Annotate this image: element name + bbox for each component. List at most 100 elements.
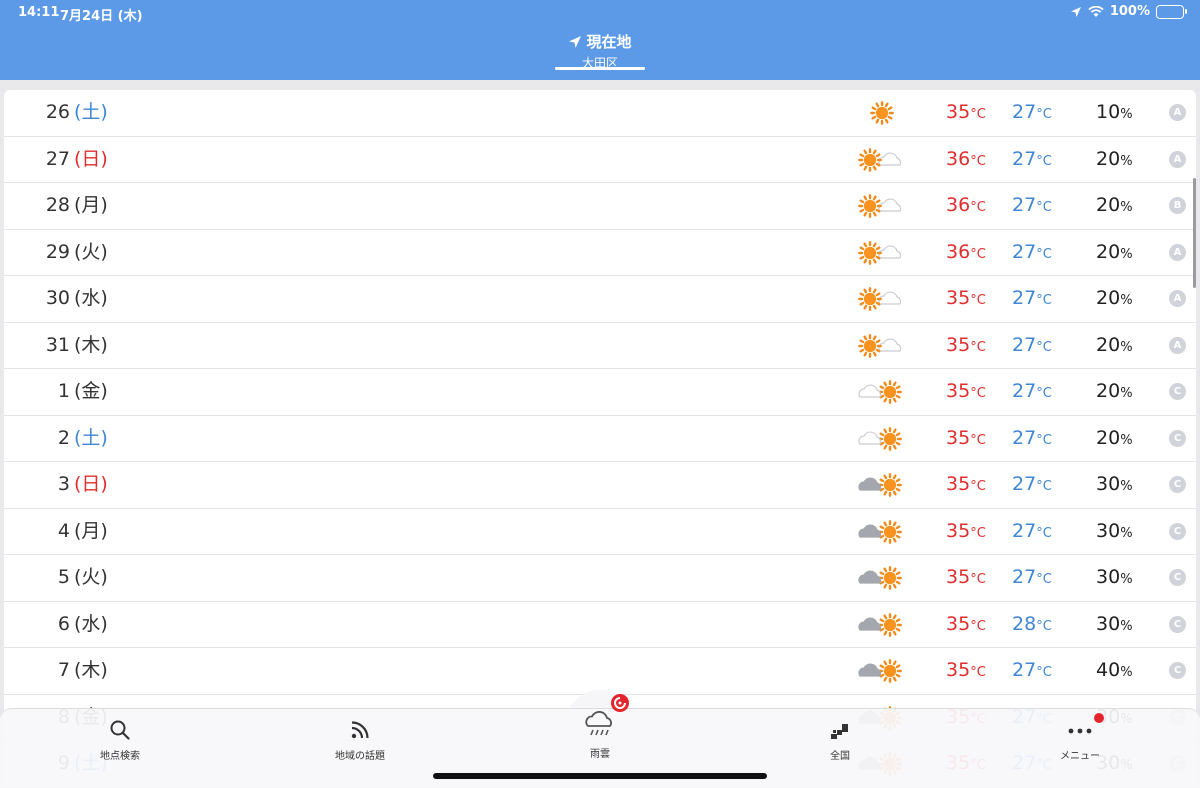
forecast-row[interactable]: 7 (木) 35°C 27°C 40% C [4,648,1196,695]
sunny-then-cloudy-icon [856,331,904,361]
pop-unit: % [1120,339,1133,355]
high-temp-value: 35 [946,566,971,588]
temp-unit: °C [970,153,986,169]
forecast-row[interactable]: 28 (月) 36°C 27°C 20% B [4,183,1196,230]
location-title[interactable]: 現在地 大田区 [0,31,1200,71]
temp-unit: °C [1036,107,1052,122]
high-temp-value: 35 [946,333,971,356]
day-number: 28 [45,194,70,216]
pop-value: 20 [1096,426,1121,449]
nav-label: 地点検索 [100,751,140,762]
precipitation-probability: 40% [1096,648,1133,695]
day-of-week: (土) [74,101,108,123]
forecast-date: 30 (水) [40,276,108,322]
page-title: 現在地 [586,33,632,51]
nav-item-search[interactable]: 地点検索 [60,709,180,762]
forecast-row[interactable]: 4 (月) 35°C 27°C 30% C [4,509,1196,556]
search-icon [60,719,180,745]
forecast-date: 31 (木) [40,323,108,369]
high-temp: 36°C [946,183,986,230]
temp-unit: °C [970,665,986,680]
nav-label: メニュー [1060,751,1100,762]
forecast-date: 2 (土) [40,416,108,462]
precipitation-probability: 20% [1096,369,1133,416]
precipitation-probability: 20% [1096,230,1133,277]
temp-unit: °C [970,246,986,262]
day-of-week: (木) [74,333,108,356]
temp-unit: °C [970,572,986,587]
pop-value: 30 [1096,473,1121,495]
high-temp: 36°C [946,137,986,184]
pop-unit: % [1120,479,1133,494]
pop-value: 20 [1096,333,1121,356]
forecast-row[interactable]: 1 (金) 35°C 27°C 20% C [4,369,1196,416]
forecast-date: 28 (月) [40,183,108,229]
temp-unit: °C [970,525,986,541]
forecast-row[interactable]: 30 (水) 35°C 27°C 20% A [4,276,1196,323]
home-indicator[interactable] [433,773,767,779]
low-temp: 27°C [1012,230,1052,277]
low-temp-value: 27 [1012,287,1037,309]
cloudy-then-sunny-icon [856,563,904,593]
sunny-icon [856,98,904,128]
map-icon [780,719,900,745]
pop-value: 20 [1096,380,1121,402]
pop-value: 30 [1096,519,1121,542]
forecast-row[interactable]: 3 (日) 35°C 27°C 30% C [4,462,1196,509]
forecast-row[interactable]: 2 (土) 35°C 27°C 20% C [4,416,1196,462]
pop-value: 20 [1096,147,1121,170]
reliability-badge: C [1169,569,1186,586]
forecast-row[interactable]: 29 (火) 36°C 27°C 20% A [4,230,1196,277]
nav-item-rain-radar[interactable]: 雨雲 [540,709,660,760]
precipitation-probability: 10% [1096,90,1133,137]
reliability-badge: A [1169,336,1186,354]
typhoon-badge [611,694,629,712]
scrollbar[interactable] [1193,178,1196,288]
precipitation-probability: 20% [1096,323,1133,370]
temp-unit: °C [1036,339,1052,355]
high-temp-value: 35 [946,380,971,402]
pop-unit: % [1120,107,1133,122]
pop-unit: % [1120,525,1133,541]
day-number: 4 [57,519,70,542]
nav-label: 地域の話題 [335,751,385,762]
pop-unit: % [1120,200,1133,215]
precipitation-probability: 30% [1096,509,1133,556]
high-temp: 36°C [946,230,986,277]
temp-unit: °C [1036,479,1052,494]
high-temp-value: 35 [946,659,971,681]
forecast-row[interactable]: 26 (土) 35°C 27°C 10% A [4,90,1196,137]
forecast-row[interactable]: 5 (火) 35°C 27°C 30% C [4,555,1196,602]
nav-item-menu[interactable]: メニュー [1020,709,1140,762]
reliability-badge: C [1169,383,1186,400]
reliability-badge: C [1169,429,1186,447]
sunny-then-cloudy-icon [856,191,904,221]
forecast-date: 1 (金) [40,369,108,415]
forecast-list[interactable]: 26 (土) 35°C 27°C 10% A 27 (日) 36°C 27°C 20… [4,90,1196,788]
status-date: 7月24日 (木) [60,9,143,24]
pop-unit: % [1120,665,1133,680]
high-temp: 35°C [946,602,986,649]
forecast-date: 5 (火) [40,555,108,601]
high-temp: 35°C [946,369,986,416]
more-icon [1020,719,1140,745]
forecast-row[interactable]: 31 (木) 35°C 27°C 20% A [4,323,1196,370]
high-temp-value: 35 [946,426,971,449]
temp-unit: °C [1036,246,1052,262]
pop-unit: % [1120,572,1133,587]
pop-unit: % [1120,618,1133,634]
day-of-week: (日) [74,473,108,495]
low-temp: 27°C [1012,90,1052,137]
temp-unit: °C [970,479,986,494]
day-of-week: (月) [74,519,108,542]
pop-value: 30 [1096,566,1121,588]
forecast-row[interactable]: 27 (日) 36°C 27°C 20% A [4,137,1196,184]
day-number: 5 [57,566,70,588]
forecast-row[interactable]: 6 (水) 35°C 28°C 30% C [4,602,1196,649]
day-of-week: (火) [74,240,108,263]
nav-item-nationwide[interactable]: 全国 [780,709,900,762]
day-number: 26 [45,101,70,123]
cloudy-then-sunny-icon [856,424,904,454]
forecast-date: 29 (火) [40,230,108,276]
nav-item-topics[interactable]: 地域の話題 [300,709,420,762]
